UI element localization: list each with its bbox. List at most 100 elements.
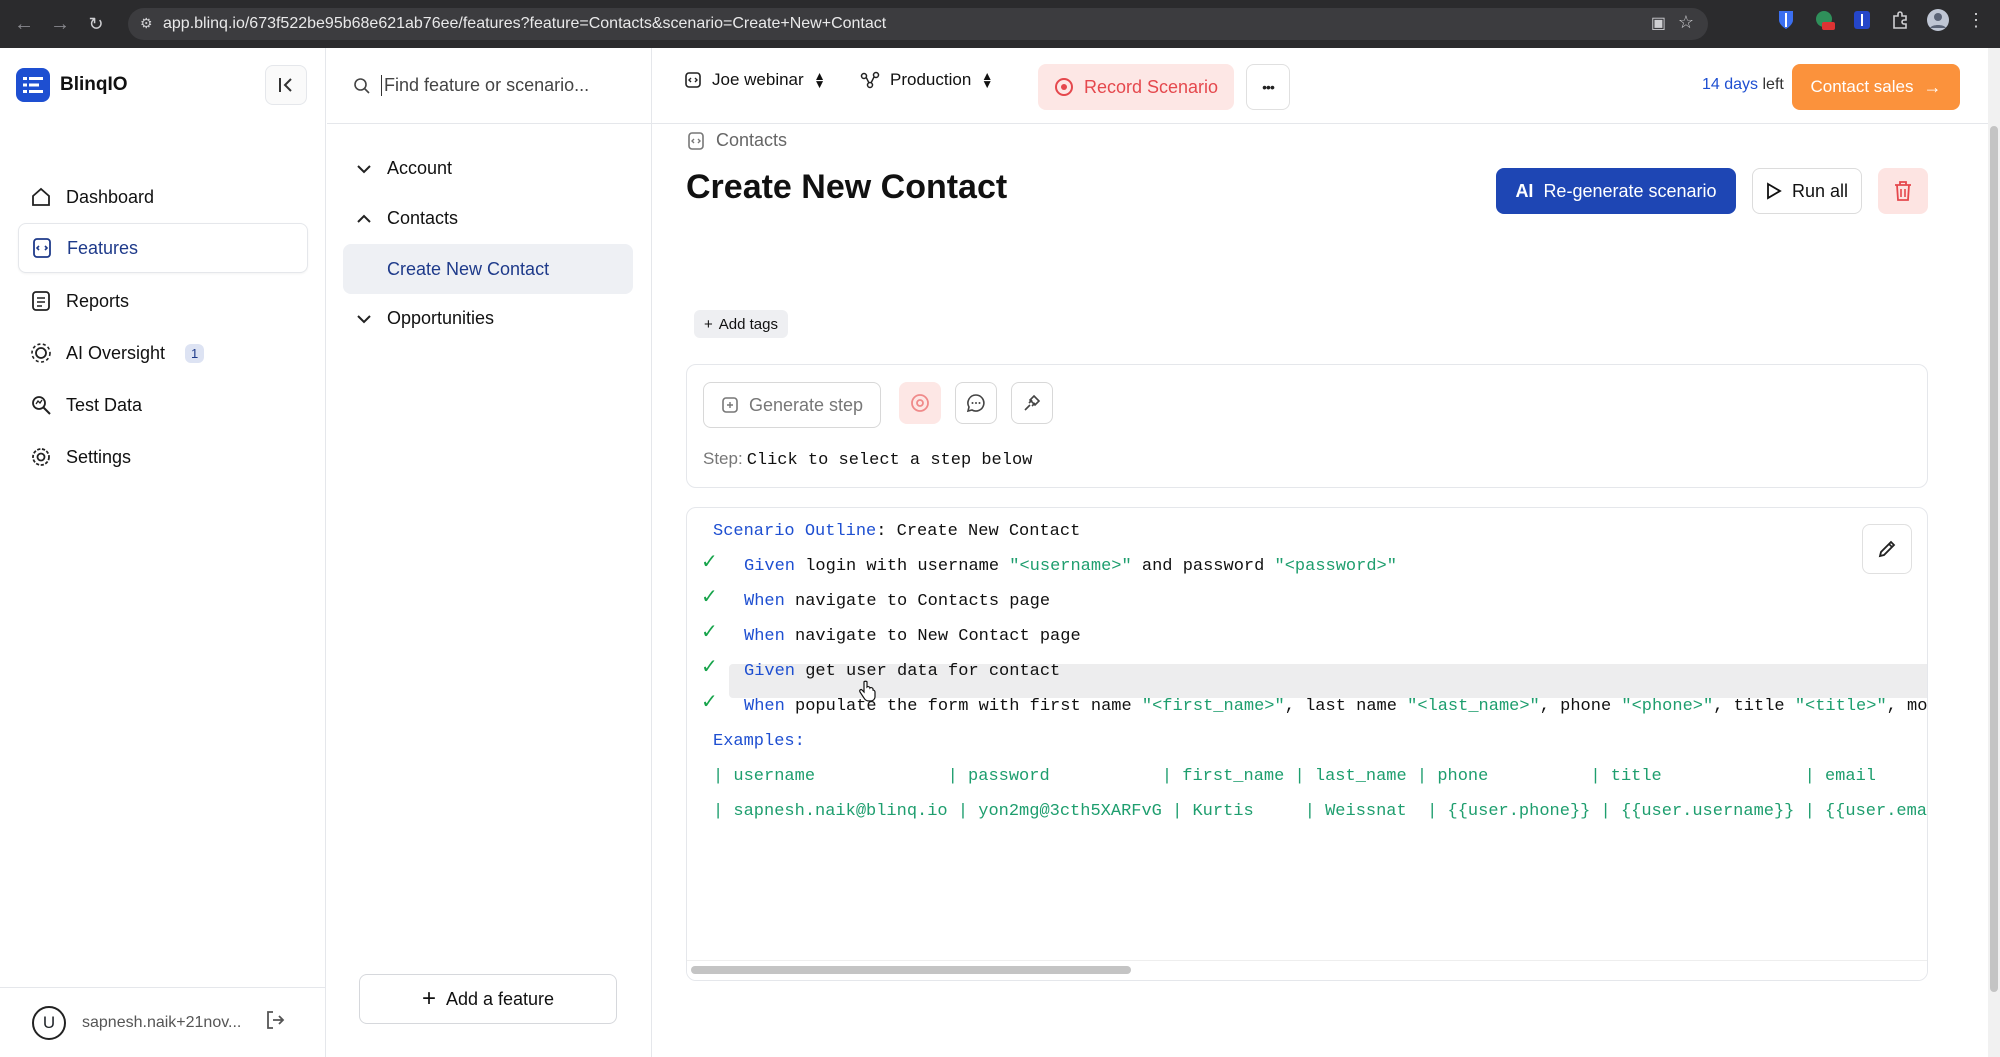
tree-item-opportunities[interactable]: Opportunities [355, 308, 494, 329]
back-icon[interactable]: ← [8, 8, 40, 40]
edit-scenario-button[interactable] [1862, 524, 1912, 574]
nav-label: Test Data [66, 394, 143, 415]
extension-blue-icon[interactable] [1850, 8, 1874, 32]
search-input[interactable] [381, 75, 621, 96]
page-title: Create New Contact [686, 168, 1008, 206]
comment-step-button[interactable] [955, 382, 997, 424]
contact-sales-button[interactable]: Contact sales → [1792, 64, 1960, 110]
nav-label: Features [67, 237, 139, 258]
nav-item-reports[interactable]: Reports [18, 276, 308, 326]
project-icon [685, 72, 701, 88]
vertical-scroll-thumb[interactable] [1990, 126, 1998, 992]
reload-icon[interactable]: ↻ [80, 8, 112, 40]
search-icon [354, 77, 370, 94]
step-param: "<first_name>" [1141, 697, 1285, 716]
site-info-icon[interactable]: ⚙ [140, 15, 153, 32]
generate-step-button[interactable]: Generate step [703, 382, 881, 428]
extension-off-icon[interactable] [1812, 8, 1836, 32]
extensions-puzzle-icon[interactable] [1888, 8, 1912, 32]
count-badge: 1 [185, 343, 205, 363]
step-text: navigate to New Contact page [784, 627, 1081, 646]
profile-avatar-icon[interactable] [1926, 8, 1950, 32]
forward-icon[interactable]: → [44, 8, 76, 40]
avatar[interactable]: U [32, 1005, 66, 1040]
nav-item-test-data[interactable]: Test Data [18, 380, 308, 430]
browser-menu-icon[interactable]: ⋮ [1964, 8, 1988, 32]
step-keyword: Given [744, 557, 796, 576]
step-line[interactable]: When populate the form with first name "… [744, 692, 1928, 722]
features-icon [33, 238, 51, 258]
left-sidebar: BlinqIO Dashboard Features Reports AI Ov… [0, 48, 326, 1057]
chat-bubble-icon [966, 394, 985, 413]
app-page: BlinqIO Dashboard Features Reports AI Ov… [0, 48, 1988, 1057]
scenario-code-card: Scenario Outline: Create New Contact ✓ G… [686, 507, 1928, 981]
days-count: 14 days [1702, 76, 1759, 93]
top-bar: Joe webinar ▲ ▼ Production ▲ ▼ Record Scen… [652, 48, 1988, 124]
nav-item-dashboard[interactable]: Dashboard [18, 172, 308, 222]
add-tags-button[interactable]: + Add tags [694, 310, 788, 338]
nav-label: Reports [66, 290, 130, 311]
step-line[interactable]: When navigate to Contacts page [744, 587, 1050, 617]
pencil-icon [1878, 540, 1896, 558]
more-options-button[interactable]: ••• [1246, 64, 1290, 110]
record-scenario-button[interactable]: Record Scenario [1038, 64, 1234, 110]
delete-scenario-button[interactable] [1878, 168, 1928, 214]
add-feature-button[interactable]: + Add a feature [359, 974, 617, 1024]
ai-prefix: AI [1515, 180, 1534, 201]
step-text: navigate to Contacts page [784, 592, 1051, 611]
address-bar[interactable]: ⚙ app.blinq.io/673f522be95b68e621ab76ee/… [128, 8, 1708, 40]
environment-selector[interactable]: Production ▲ ▼ [860, 70, 993, 90]
step-text: , mobil [1886, 697, 1928, 716]
step-value: Click to select a step below [746, 451, 1033, 470]
home-icon [32, 187, 50, 206]
step-param: "<title>" [1794, 697, 1887, 716]
examples-label: Examples: [713, 732, 805, 751]
regenerate-scenario-button[interactable]: AI Re-generate scenario [1496, 168, 1736, 214]
tree-label: Account [387, 158, 453, 178]
checkmark-icon: ✓ [701, 691, 718, 713]
api-step-button[interactable] [1011, 382, 1053, 424]
tree-item-contacts[interactable]: Contacts [355, 208, 458, 229]
collapse-left-icon [279, 78, 292, 92]
environment-icon [860, 71, 880, 89]
environment-name: Production [890, 70, 972, 89]
gherkin-code: Scenario Outline: Create New Contact ✓ G… [687, 508, 1927, 926]
project-selector[interactable]: Joe webinar ▲ ▼ [684, 70, 826, 90]
step-text: , phone [1539, 697, 1622, 716]
step-keyword: Given [744, 662, 796, 681]
vertical-scrollbar[interactable] [1988, 48, 2000, 1057]
record-step-button[interactable] [899, 382, 941, 424]
step-line[interactable]: Given login with username "<username>" a… [744, 552, 1397, 582]
step-line[interactable]: Given get user data for contact [744, 657, 1060, 687]
generate-step-label: Generate step [748, 394, 864, 415]
blinqio-logo-icon [16, 68, 50, 102]
checkmark-icon: ✓ [701, 621, 718, 643]
bookmark-star-icon[interactable]: ☆ [1678, 12, 1694, 33]
horizontal-scrollbar[interactable] [687, 960, 1927, 980]
outline-name: : Create New Contact [876, 522, 1081, 541]
ai-oversight-icon [31, 343, 51, 363]
test-data-icon [32, 396, 51, 415]
nav-item-features[interactable]: Features [18, 223, 308, 273]
breadcrumb[interactable]: Contacts [686, 130, 787, 151]
chevron-up-icon [357, 214, 371, 223]
tree-item-create-new-contact[interactable]: Create New Contact [343, 244, 633, 294]
nav-item-ai-oversight[interactable]: AI Oversight 1 [18, 328, 308, 378]
browser-toolbar: ← → ↻ ⚙ app.blinq.io/673f522be95b68e621a… [0, 0, 2000, 48]
nav-item-settings[interactable]: Settings [18, 432, 308, 482]
horizontal-scroll-thumb[interactable] [691, 966, 1131, 974]
step-text: , title [1713, 697, 1795, 716]
run-all-button[interactable]: Run all [1752, 168, 1862, 214]
step-text: and password [1131, 557, 1275, 576]
checkmark-icon: ✓ [701, 586, 718, 608]
logout-icon[interactable] [264, 1009, 286, 1036]
bitwarden-extension-icon[interactable] [1774, 8, 1798, 32]
checkmark-icon: ✓ [701, 551, 718, 573]
install-app-icon[interactable]: ▣ [1651, 13, 1666, 33]
tree-item-account[interactable]: Account [355, 158, 452, 179]
collapse-sidebar-button[interactable] [265, 65, 307, 105]
brand[interactable]: BlinqIO [16, 68, 128, 102]
step-line[interactable]: When navigate to New Contact page [744, 622, 1081, 652]
examples-data-row: | sapnesh.naik@blinq.io | yon2mg@3cth5XA… [713, 802, 1928, 821]
reports-icon [32, 291, 50, 311]
